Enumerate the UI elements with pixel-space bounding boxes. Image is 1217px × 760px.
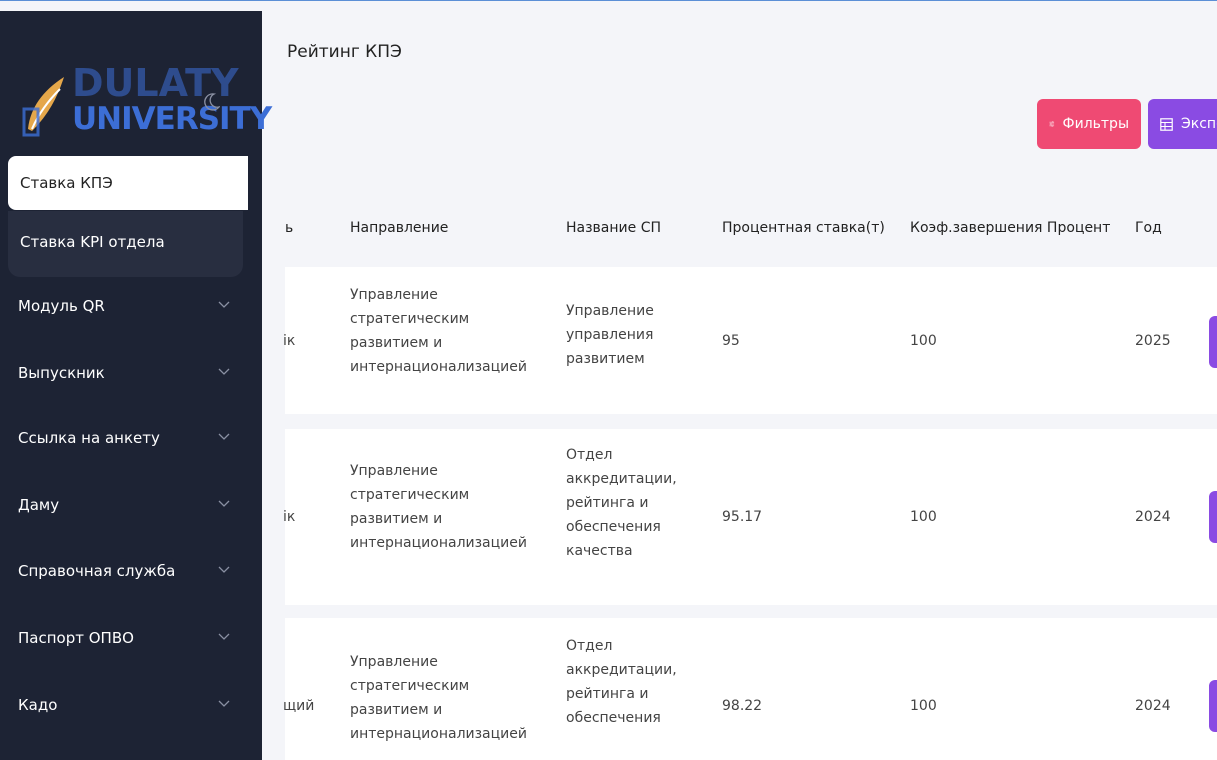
cell-completion: 100 — [910, 509, 937, 525]
chevron-down-icon — [218, 700, 230, 707]
top-border — [0, 0, 1217, 1]
cell-line: обеспечения — [566, 710, 661, 726]
cell-line: обеспечения — [566, 519, 661, 535]
column-header-completion[interactable]: Коэф.завершения Процент — [910, 220, 1110, 236]
cell-line: рейтинга и — [566, 495, 649, 511]
cell-unit-name: Отдел аккредитации, рейтинга и обеспечен… — [566, 443, 677, 563]
cell-line: развитием и — [350, 335, 443, 351]
cell-line: управления — [566, 327, 654, 343]
cell-position: щий — [283, 698, 315, 714]
cell-direction: Управление стратегическим развитием и ин… — [350, 283, 527, 379]
cell-line: качества — [566, 543, 633, 559]
cell-rate: 95.17 — [722, 509, 763, 525]
cell-direction: Управление стратегическим развитием и ин… — [350, 650, 527, 746]
cell-line: интернационализацией — [350, 726, 527, 742]
cell-line: развитием и — [350, 702, 443, 718]
column-header-year[interactable]: Год — [1135, 220, 1162, 236]
sidebar-item-kado[interactable]: Кадо — [0, 686, 262, 726]
row-action-button[interactable] — [1209, 491, 1217, 543]
cell-line: развитием — [566, 351, 645, 367]
table-icon — [1160, 117, 1173, 131]
chevron-down-icon — [218, 633, 230, 640]
sidebar-item-label: Паспорт ОПВО — [18, 629, 134, 647]
cell-line: аккредитации, — [566, 471, 677, 487]
sidebar-item-label: Ссылка на анкету — [18, 429, 160, 447]
column-header-rate[interactable]: Процентная ставка(т) — [722, 220, 885, 236]
cell-unit-name: Отдел аккредитации, рейтинга и обеспечен… — [566, 634, 677, 730]
sidebar-item-opvo-passport[interactable]: Паспорт ОПВО — [0, 619, 262, 659]
cell-line: стратегическим — [350, 487, 470, 503]
cell-line: аккредитации, — [566, 662, 677, 678]
column-header-direction[interactable]: Направление — [350, 220, 448, 236]
sidebar-item-graduate[interactable]: Выпускник — [0, 354, 262, 394]
sidebar-item-damu[interactable]: Даму — [0, 486, 262, 526]
cell-line: Управление — [350, 463, 438, 479]
cell-year: 2024 — [1135, 698, 1171, 714]
cell-line: Управление — [350, 287, 438, 303]
sliders-icon — [1049, 121, 1055, 127]
sidebar-item-label: Выпускник — [18, 364, 105, 382]
chevron-down-icon — [218, 433, 230, 440]
sidebar: DULATY UNIVERSITY Ставка КПЭ Ставка KPI … — [0, 11, 272, 760]
row-action-button[interactable] — [1209, 680, 1217, 732]
brand-line2: UNIVERSITY — [72, 101, 272, 137]
cell-line: стратегическим — [350, 678, 470, 694]
cell-line: развитием и — [350, 511, 443, 527]
cell-completion: 100 — [910, 333, 937, 349]
chevron-down-icon — [218, 301, 230, 308]
cell-rate: 98.22 — [722, 698, 763, 714]
cell-line: Управление — [350, 654, 438, 670]
sidebar-item-qr-module[interactable]: Модуль QR — [0, 287, 262, 327]
sidebar-item-label: Даму — [18, 496, 60, 514]
filters-button[interactable]: Фильтры — [1037, 99, 1141, 149]
brand-logo[interactable]: DULATY UNIVERSITY — [20, 61, 272, 141]
sidebar-item-label: Ставка KPI отдела — [20, 233, 165, 251]
sidebar-item-label: Ставка КПЭ — [20, 174, 113, 192]
cell-line: интернационализацией — [350, 535, 527, 551]
chevron-down-icon — [218, 500, 230, 507]
filters-button-label: Фильтры — [1062, 116, 1129, 132]
chevron-down-icon — [218, 566, 230, 573]
cell-direction: Управление стратегическим развитием и ин… — [350, 459, 527, 555]
cell-line: рейтинга и — [566, 686, 649, 702]
column-header-position: ь — [285, 220, 294, 236]
feather-logo-icon — [22, 77, 64, 137]
cell-line: интернационализацией — [350, 359, 527, 375]
export-button-label: Экспо — [1181, 116, 1217, 132]
page-title: Рейтинг КПЭ — [287, 42, 402, 62]
sidebar-item-label: Справочная служба — [18, 562, 176, 580]
cell-line: стратегическим — [350, 311, 470, 327]
sidebar-item-survey-link[interactable]: Ссылка на анкету — [0, 419, 262, 459]
cell-completion: 100 — [910, 698, 937, 714]
moon-icon[interactable] — [204, 93, 220, 111]
export-button[interactable]: Экспо — [1148, 99, 1217, 149]
sidebar-item-kpe-rate[interactable]: Ставка КПЭ — [8, 156, 248, 210]
cell-line: Отдел — [566, 447, 613, 463]
sidebar-item-label: Модуль QR — [18, 297, 105, 315]
table-row[interactable]: ік Управление стратегическим развитием и… — [283, 267, 1217, 414]
cell-year: 2024 — [1135, 509, 1171, 525]
sidebar-item-label: Кадо — [18, 696, 58, 714]
chevron-down-icon — [218, 368, 230, 375]
cell-year: 2025 — [1135, 333, 1171, 349]
cell-line: Управление — [566, 303, 654, 319]
sidebar-item-help-desk[interactable]: Справочная служба — [0, 552, 262, 592]
cell-rate: 95 — [722, 333, 740, 349]
row-action-button[interactable] — [1209, 316, 1217, 368]
cell-position: ік — [283, 509, 296, 525]
column-header-unit-name[interactable]: Название СП — [566, 220, 661, 236]
cell-line: Отдел — [566, 638, 613, 654]
cell-unit-name: Управление управления развитием — [566, 299, 654, 371]
sidebar-item-kpi-department[interactable]: Ставка KPI отдела — [8, 211, 243, 277]
table-row[interactable]: щий Управление стратегическим развитием … — [283, 618, 1217, 760]
cell-position: ік — [283, 333, 296, 349]
table-row[interactable]: ік Управление стратегическим развитием и… — [283, 429, 1217, 605]
